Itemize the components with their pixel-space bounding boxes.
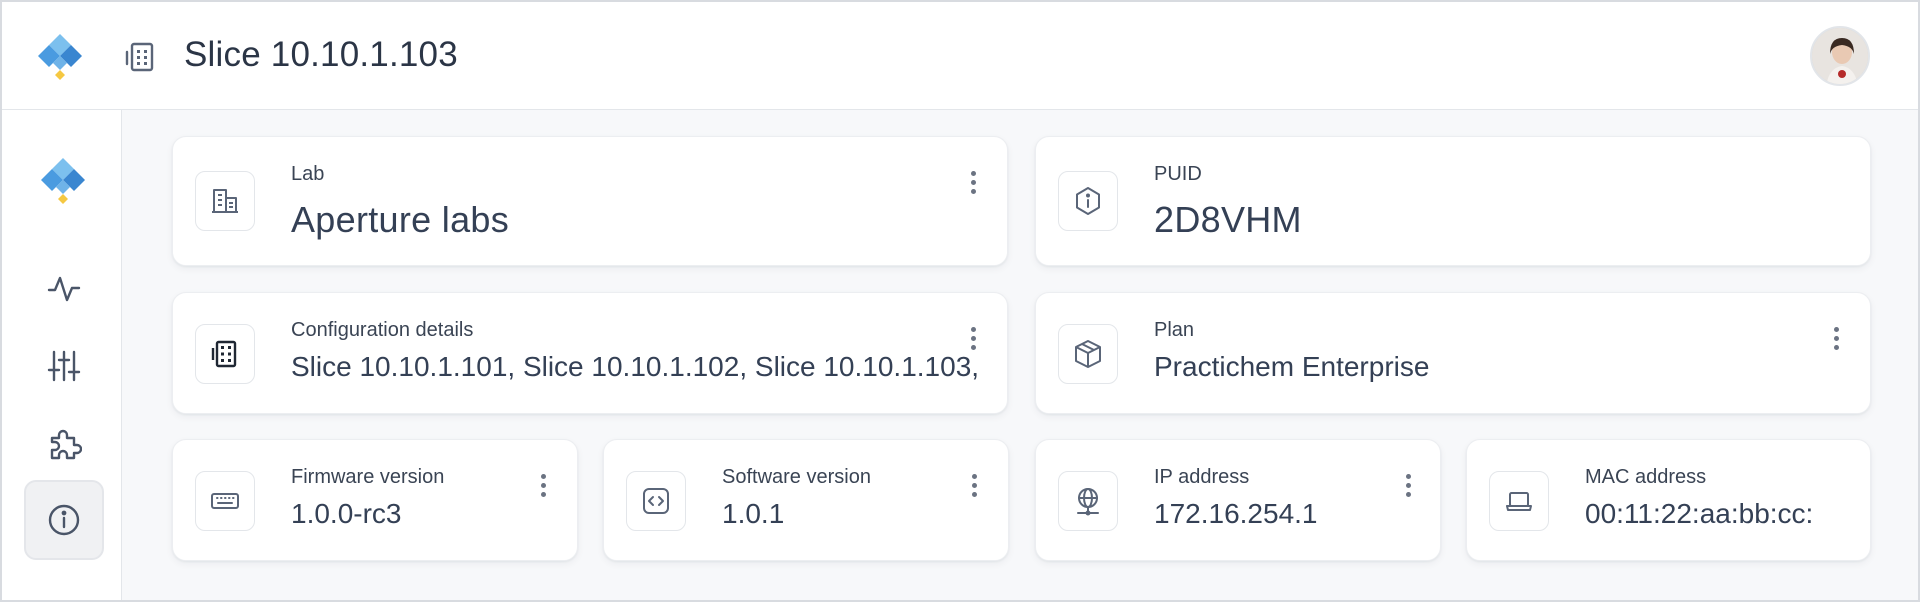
laptop-icon <box>1489 471 1549 531</box>
keyboard-icon <box>195 471 255 531</box>
ip-value: 172.16.254.1 <box>1154 498 1318 529</box>
software-value: 1.0.1 <box>722 498 785 529</box>
lab-value: Aperture labs <box>291 199 510 240</box>
plan-card: Plan Practichem Enterprise <box>1035 292 1871 414</box>
sidebar <box>2 110 122 600</box>
info-icon <box>48 504 80 536</box>
puid-value: 2D8VHM <box>1154 199 1302 240</box>
plan-label: Plan <box>1154 319 1195 341</box>
building-grid-icon <box>125 42 154 72</box>
sidebar-item-extensions[interactable] <box>24 404 104 484</box>
sidebar-item-settings[interactable] <box>24 326 104 406</box>
software-card: Software version 1.0.1 <box>603 439 1009 561</box>
puzzle-icon <box>50 429 82 460</box>
hexagon-info-icon <box>1058 171 1118 231</box>
firmware-label: Firmware version <box>291 466 445 488</box>
configuration-value: Slice 10.10.1.101, Slice 10.10.1.102, Sl… <box>291 351 981 382</box>
activity-icon <box>47 276 81 302</box>
sliders-icon <box>47 350 81 382</box>
mac-label: MAC address <box>1585 466 1707 488</box>
sidebar-item-activity[interactable] <box>24 248 104 328</box>
mac-value: 00:11:22:aa:bb:cc: <box>1585 498 1814 529</box>
lab-card: Lab Aperture labs <box>172 136 1008 266</box>
page-title: Slice 10.10.1.103 <box>184 35 458 74</box>
lab-menu-button[interactable] <box>963 165 983 199</box>
firmware-value: 1.0.0-rc3 <box>291 498 402 529</box>
software-menu-button[interactable] <box>964 468 984 502</box>
configuration-label: Configuration details <box>291 319 474 341</box>
firmware-menu-button[interactable] <box>533 468 553 502</box>
puid-label: PUID <box>1154 163 1202 185</box>
avatar-image <box>1812 28 1868 84</box>
sidebar-item-info[interactable] <box>24 480 104 560</box>
device-grid-icon <box>195 324 255 384</box>
ip-menu-button[interactable] <box>1398 468 1418 502</box>
sidebar-logo-icon[interactable] <box>39 156 87 206</box>
app-window: Slice 10.10.1.103 Lab Aperture labs PUID… <box>0 0 1920 602</box>
user-avatar[interactable] <box>1810 26 1870 86</box>
software-label: Software version <box>722 466 871 488</box>
configuration-menu-button[interactable] <box>963 321 983 355</box>
ip-label: IP address <box>1154 466 1250 488</box>
ip-card: IP address 172.16.254.1 <box>1035 439 1441 561</box>
header-bar: Slice 10.10.1.103 <box>2 2 1918 110</box>
globe-network-icon <box>1058 471 1118 531</box>
code-icon <box>626 471 686 531</box>
package-icon <box>1058 324 1118 384</box>
puid-card: PUID 2D8VHM <box>1035 136 1871 266</box>
configuration-card: Configuration details Slice 10.10.1.101,… <box>172 292 1008 414</box>
building-icon <box>195 171 255 231</box>
mac-card: MAC address 00:11:22:aa:bb:cc: <box>1466 439 1871 561</box>
plan-value: Practichem Enterprise <box>1154 351 1430 382</box>
lab-label: Lab <box>291 163 325 185</box>
firmware-card: Firmware version 1.0.0-rc3 <box>172 439 578 561</box>
plan-menu-button[interactable] <box>1826 321 1846 355</box>
diamond-logo-icon[interactable] <box>36 32 84 82</box>
